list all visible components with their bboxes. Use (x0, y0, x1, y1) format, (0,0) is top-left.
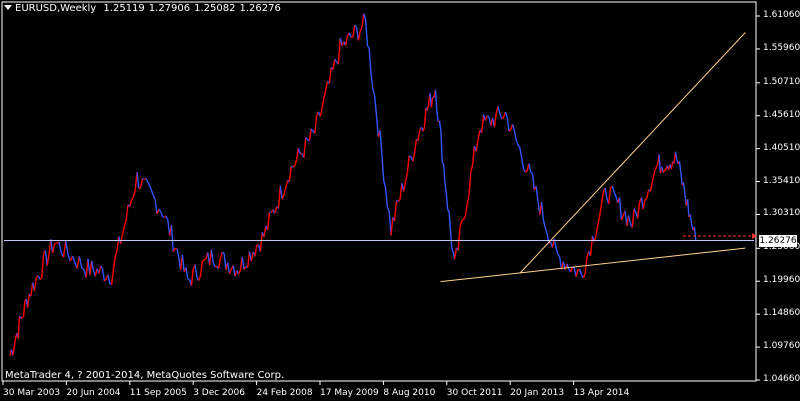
y-tick-label: 1.30310 (763, 208, 800, 219)
price-bar (486, 115, 490, 118)
price-bar (441, 162, 445, 165)
high-value: 1.27906 (148, 3, 191, 14)
x-tick-label: 30 Oct 2011 (446, 388, 503, 398)
price-chart[interactable] (0, 0, 800, 401)
y-tick-label: 1.25060 (763, 242, 800, 253)
price-bar (39, 277, 43, 280)
price-bar (524, 170, 528, 173)
y-tick-label: 1.19960 (763, 275, 800, 286)
x-tick-label: 3 Dec 2006 (193, 388, 245, 398)
x-tick-label: 17 May 2009 (320, 388, 379, 398)
x-tick-label: 30 Mar 2003 (3, 388, 61, 398)
price-bar (664, 169, 667, 172)
price-bar (350, 36, 354, 39)
price-bar (203, 258, 207, 261)
y-tick-label: 1.61060 (763, 10, 800, 20)
low-value: 1.25082 (194, 3, 236, 14)
x-tick-label: 24 Feb 2008 (256, 388, 313, 398)
symbol-label: EURUSD,Weekly (15, 3, 97, 14)
y-tick-label: 1.35410 (763, 175, 800, 186)
y-tick-label: 1.45610 (763, 109, 800, 120)
price-bar (138, 186, 141, 189)
y-tick-label: 1.14860 (763, 308, 800, 319)
copyright-text: MetaTrader 4, ? 2001-2014, MetaQuotes So… (5, 370, 285, 381)
close-value: 1.26276 (239, 3, 281, 14)
y-tick-label: 1.55960 (763, 42, 800, 53)
price-bar (501, 117, 504, 120)
y-tick-label: 1.50710 (763, 76, 800, 87)
chart-title: EURUSD,Weekly 1.25119 1.27906 1.25082 1.262… (4, 3, 285, 14)
y-tick-label: 1.09760 (763, 341, 800, 352)
x-tick-label: 11 Sep 2005 (129, 388, 187, 398)
x-tick-label: 20 Jan 2013 (510, 388, 565, 398)
y-tick-label: 1.40510 (763, 142, 800, 153)
price-bar (222, 251, 225, 254)
x-tick-label: 13 Apr 2014 (573, 388, 630, 398)
x-tick-label: 20 Jun 2004 (66, 388, 121, 398)
price-bar (408, 155, 412, 158)
dropdown-triangle-icon[interactable] (4, 5, 12, 10)
y-tick-label: 1.04660 (763, 374, 800, 384)
x-tick-label: 8 Aug 2010 (383, 388, 436, 398)
price-bar (187, 278, 190, 281)
open-value: 1.25119 (103, 3, 145, 14)
